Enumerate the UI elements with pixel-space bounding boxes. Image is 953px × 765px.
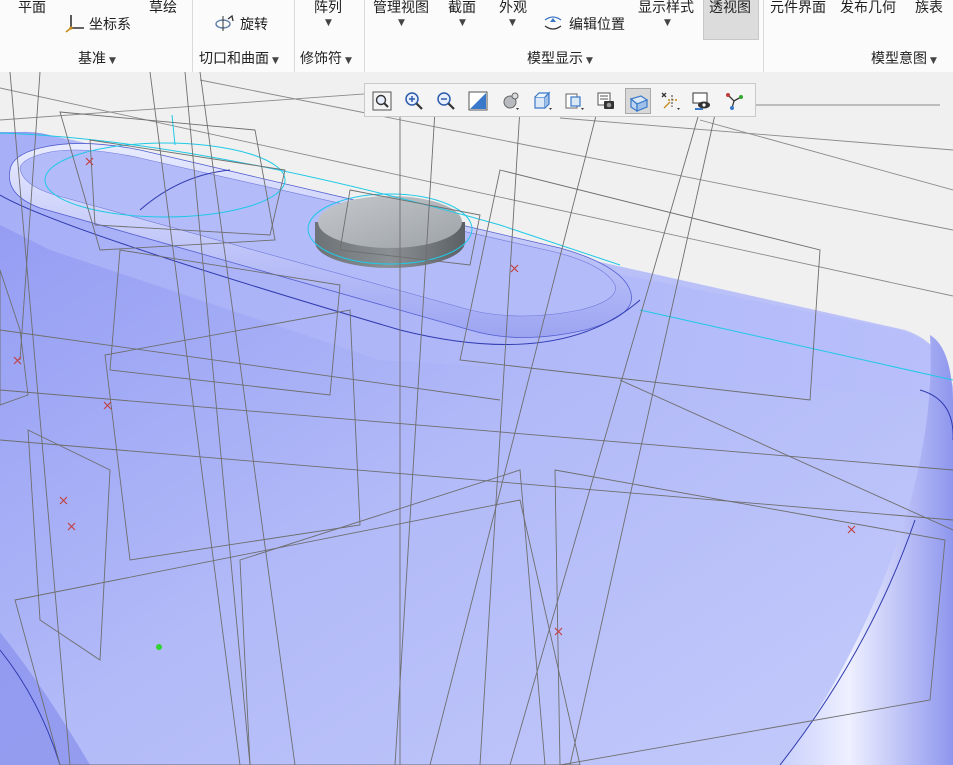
revolve-icon: [215, 14, 234, 31]
group-model-display[interactable]: 模型显示 ▼: [527, 48, 593, 68]
group-model-intent[interactable]: 模型意图 ▼: [871, 48, 937, 68]
display-style-dropdown-icon[interactable]: ▼: [664, 18, 671, 28]
view-manager-button[interactable]: [529, 88, 555, 114]
saved-orientations-icon: [565, 93, 584, 110]
appearance-button[interactable]: 外观: [499, 0, 527, 17]
sketch-display-button[interactable]: [721, 88, 747, 114]
datum-display-icon: [661, 92, 680, 110]
zoom-in-icon: [405, 92, 423, 110]
graphics-window[interactable]: [0, 72, 953, 765]
family-table-button[interactable]: 族表: [915, 0, 943, 17]
selected-point: [156, 644, 162, 650]
appearance-gallery-button[interactable]: [593, 88, 619, 114]
section-button[interactable]: 截面: [448, 0, 476, 17]
group-datum[interactable]: 基准 ▼: [78, 48, 116, 68]
refit-button[interactable]: [369, 88, 395, 114]
annotation-display-icon: [692, 92, 710, 110]
group-cuts-caret-icon: ▼: [272, 56, 279, 66]
coord-sys-icon: [65, 15, 84, 33]
annotation-display-button[interactable]: [689, 88, 715, 114]
group-divider: [364, 0, 365, 72]
appearance-dropdown-icon[interactable]: ▼: [509, 18, 516, 28]
perspective-label[interactable]: 透视图: [709, 0, 751, 17]
group-modifiers[interactable]: 修饰符 ▼: [300, 48, 352, 68]
component-interface-button[interactable]: 元件界面: [770, 0, 826, 17]
zoom-out-icon: [437, 92, 455, 110]
pattern-dropdown-icon[interactable]: ▼: [325, 18, 332, 28]
group-divider: [192, 0, 193, 72]
pattern-button[interactable]: 阵列: [314, 0, 342, 17]
revolve-label: 旋转: [240, 17, 268, 33]
reorient-icon: [544, 16, 562, 30]
view-manager-icon: [534, 91, 552, 110]
section-dropdown-icon[interactable]: ▼: [459, 18, 466, 28]
display-style-button-active[interactable]: [625, 88, 651, 114]
publish-geometry-button[interactable]: 发布几何: [840, 0, 896, 17]
group-divider: [763, 0, 764, 72]
reorient-label: 编辑位置: [569, 17, 625, 33]
ribbon: 平面 草绘 阵列 管理视图 截面 外观 显示样式 透视图 元件界面 发布几何 族…: [0, 0, 953, 73]
datum-display-button[interactable]: [657, 88, 683, 114]
refit-icon: [372, 91, 392, 111]
repaint-button[interactable]: [465, 88, 491, 114]
graphics-toolbar: [364, 83, 756, 117]
spin-center-icon: [503, 92, 519, 110]
zoom-out-button[interactable]: [433, 88, 459, 114]
sketch-display-icon: [726, 93, 743, 110]
model-render: [0, 72, 953, 765]
saved-orientations-button[interactable]: [561, 88, 587, 114]
group-modifiers-caret-icon: ▼: [345, 56, 352, 66]
coord-sys-label: 坐标系: [89, 17, 131, 33]
zoom-in-button[interactable]: [401, 88, 427, 114]
manage-views-button[interactable]: 管理视图: [373, 0, 429, 17]
group-cuts-surfaces[interactable]: 切口和曲面 ▼: [199, 48, 279, 68]
group-model-display-caret-icon: ▼: [586, 56, 593, 66]
sketch-button[interactable]: 草绘: [149, 0, 177, 17]
appearance-gallery-icon: [597, 92, 614, 109]
plane-button[interactable]: 平面: [18, 0, 46, 17]
repaint-icon: [468, 91, 488, 111]
manage-views-dropdown-icon[interactable]: ▼: [398, 18, 405, 28]
display-style-icon: [629, 95, 649, 112]
spin-center-button[interactable]: [497, 88, 523, 114]
group-datum-caret-icon: ▼: [109, 56, 116, 66]
revolve-button[interactable]: 旋转: [214, 12, 276, 34]
coord-sys-button[interactable]: 坐标系: [64, 12, 144, 34]
group-model-intent-caret-icon: ▼: [930, 56, 937, 66]
reorient-button[interactable]: 编辑位置: [541, 12, 633, 34]
group-divider: [294, 0, 295, 72]
display-style-button[interactable]: 显示样式: [638, 0, 694, 17]
